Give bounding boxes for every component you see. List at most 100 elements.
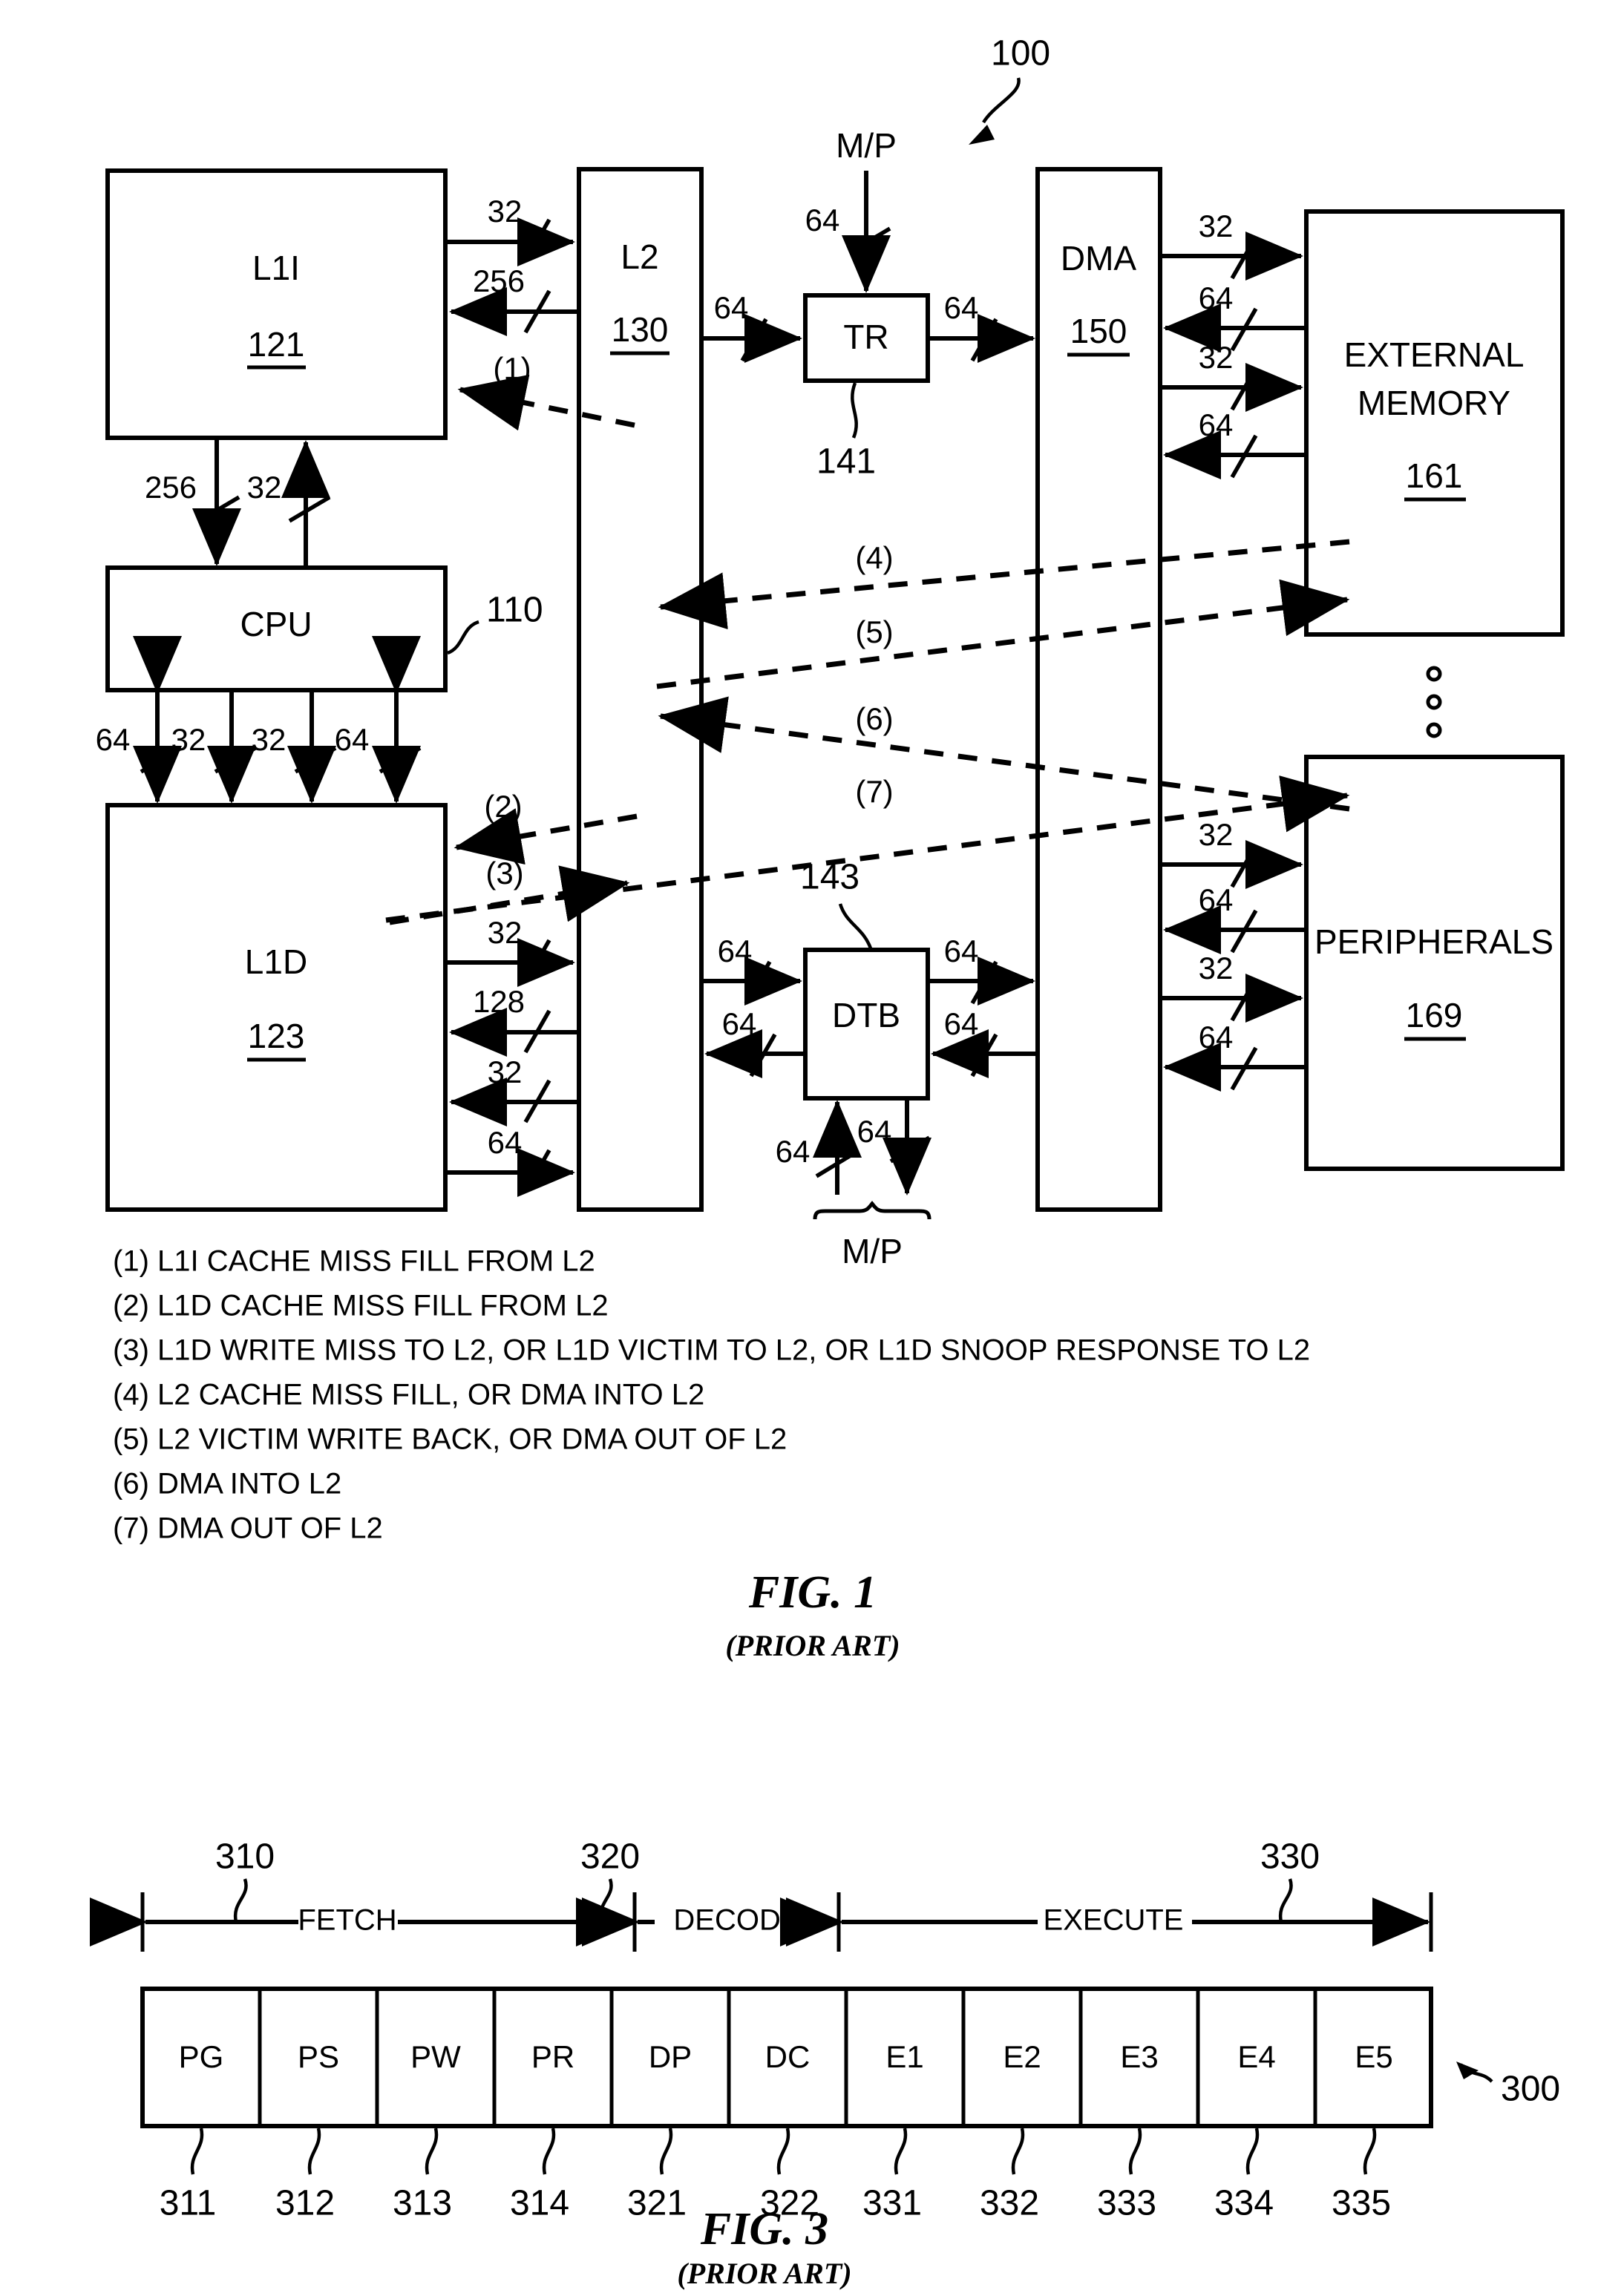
block-dtb-label: DTB [832, 996, 900, 1034]
ref-100: 100 [991, 34, 1050, 73]
block-external-memory-ref: 161 [1406, 456, 1463, 495]
stage-label-dp: DP [649, 2039, 692, 2074]
bus-l2-to-tr-width: 64 [714, 290, 749, 325]
bus-l2-to-l1i-width: 256 [473, 263, 525, 298]
figure3-caption: FIG. 3 [700, 2204, 828, 2254]
bus-cpu-to-l1i-width: 32 [247, 470, 282, 505]
bus-l1i-to-cpu-width: 256 [145, 470, 197, 505]
bus-cpu-to-l1i-tick [288, 495, 331, 523]
figure1-caption-sub: (PRIOR ART) [725, 1629, 900, 1662]
bus-cpu-l1d-b-tick [214, 746, 257, 774]
block-l1i-label: L1I [252, 249, 300, 287]
phase-decode-leader [598, 1878, 613, 1923]
flow-arrow-6 [658, 696, 1350, 812]
legend-line-4: (4) L2 CACHE MISS FILL, OR DMA INTO L2 [113, 1379, 704, 1411]
ref-100-arrowhead [969, 125, 995, 145]
stage-ref-leader-11 [1363, 2128, 1377, 2175]
ref-110-leader [447, 620, 479, 655]
bus-dtb-to-mp-width: 64 [857, 1114, 892, 1149]
bus-cpu-l1d-c-tick [294, 746, 337, 774]
block-external-memory-label-1: EXTERNAL [1344, 335, 1525, 374]
figure1-caption: FIG. 1 [748, 1567, 877, 1618]
flow-marker-4: (4) [855, 540, 893, 575]
block-l1d-label: L1D [245, 942, 307, 981]
legend-line-6: (6) DMA INTO L2 [113, 1468, 341, 1500]
stage-label-e1: E1 [885, 2039, 923, 2074]
bus-dma-extmem-2-width: 64 [1199, 281, 1234, 315]
stage-label-ps: PS [298, 2039, 339, 2074]
ref-143-leader [838, 903, 873, 949]
stage-ref-leader-5 [659, 2128, 673, 2175]
flow-marker-6: (6) [855, 701, 893, 736]
phase-fetch-ref: 310 [215, 1837, 275, 1877]
ref-141-leader [851, 382, 858, 439]
stage-label-pr: PR [531, 2039, 574, 2074]
bus-cpu-l1d-d-width: 64 [335, 722, 370, 757]
stage-ref-leader-3 [425, 2128, 439, 2175]
mp-brace [813, 1201, 931, 1220]
ref-300: 300 [1501, 2070, 1560, 2109]
legend-line-1: (1) L1I CACHE MISS FILL FROM L2 [113, 1245, 595, 1278]
ellipsis-dot-3 [1426, 722, 1442, 738]
bus-dtb-to-dma-width: 64 [944, 934, 979, 968]
bus-dma-extmem-1-width: 32 [1199, 209, 1234, 243]
bus-l2-to-l1d-128-width: 128 [473, 984, 525, 1019]
block-l2-ref: 130 [612, 310, 669, 349]
stage-label-e4: E4 [1237, 2039, 1275, 2074]
flow-marker-3: (3) [485, 856, 523, 890]
phase-fetch-label: FETCH [298, 1904, 396, 1937]
figures-svg: 100 L1I 121 CPU 110 L1D 123 L2 130 TR 14… [90, 34, 1565, 2290]
legend-line-5: (5) L2 VICTIM WRITE BACK, OR DMA OUT OF … [113, 1423, 787, 1456]
stage-label-e5: E5 [1355, 2039, 1392, 2074]
block-peripherals-label: PERIPHERALS [1314, 922, 1553, 961]
stage-ref-leader-6 [776, 2128, 790, 2175]
block-l1i [105, 168, 448, 440]
stage-ref-leader-9 [1128, 2128, 1142, 2175]
bus-mp-to-tr-tick [848, 226, 891, 255]
block-dma-ref: 150 [1070, 312, 1127, 350]
phase-execute-ref: 330 [1260, 1837, 1320, 1877]
ref-300-arrowhead [1456, 2062, 1479, 2079]
bus-dma-periph-3-width: 32 [1199, 951, 1234, 985]
bus-dma-extmem-3-width: 32 [1199, 340, 1234, 375]
block-tr-label: TR [843, 318, 888, 356]
stage-ref-314: 314 [510, 2184, 569, 2223]
phase-decode-label: DECODE [673, 1904, 800, 1937]
flow-arrow-5 [656, 579, 1350, 689]
block-l2-label: L2 [621, 237, 658, 276]
ellipsis-dot-2 [1426, 694, 1442, 710]
mp-bottom-label: M/P [842, 1232, 903, 1270]
flow-marker-5: (5) [855, 614, 893, 649]
block-dma-label: DMA [1061, 239, 1137, 278]
stage-ref-334: 334 [1214, 2184, 1274, 2223]
block-l1d-ref: 123 [248, 1017, 305, 1055]
bus-l2-to-dtb-width: 64 [718, 934, 753, 968]
bus-l1i-to-l2-width: 32 [488, 194, 523, 229]
block-cpu-label: CPU [240, 605, 312, 643]
stage-label-dc: DC [765, 2039, 811, 2074]
stage-ref-leader-8 [1011, 2128, 1025, 2175]
stage-ref-321: 321 [627, 2184, 687, 2223]
phase-decode-ref: 320 [580, 1837, 640, 1877]
bus-mp-to-dtb-width: 64 [776, 1134, 811, 1169]
bus-tr-to-dma-width: 64 [944, 290, 979, 325]
bus-dtb-to-l2-width: 64 [722, 1006, 757, 1041]
block-l1i-ref: 121 [248, 325, 305, 364]
block-l1d [105, 803, 448, 1212]
stage-ref-335: 335 [1332, 2184, 1391, 2223]
stage-ref-leader-4 [542, 2128, 556, 2175]
bus-cpu-l1d-a-width: 64 [96, 722, 131, 757]
ref-141: 141 [816, 442, 876, 482]
bus-dma-periph-4-width: 64 [1199, 1020, 1234, 1054]
phase-execute-leader [1278, 1878, 1293, 1923]
stage-ref-313: 313 [393, 2184, 452, 2223]
bus-cpu-l1d-c-width: 32 [252, 722, 287, 757]
stage-label-e2: E2 [1003, 2039, 1041, 2074]
legend-line-3: (3) L1D WRITE MISS TO L2, OR L1D VICTIM … [113, 1334, 1310, 1367]
ellipsis-dot-1 [1426, 666, 1442, 682]
ref-100-leader [982, 77, 1021, 124]
block-peripherals-ref: 169 [1406, 996, 1463, 1034]
flow-marker-2: (2) [484, 789, 522, 824]
stage-label-e3: E3 [1120, 2039, 1158, 2074]
stage-ref-leader-7 [894, 2128, 908, 2175]
